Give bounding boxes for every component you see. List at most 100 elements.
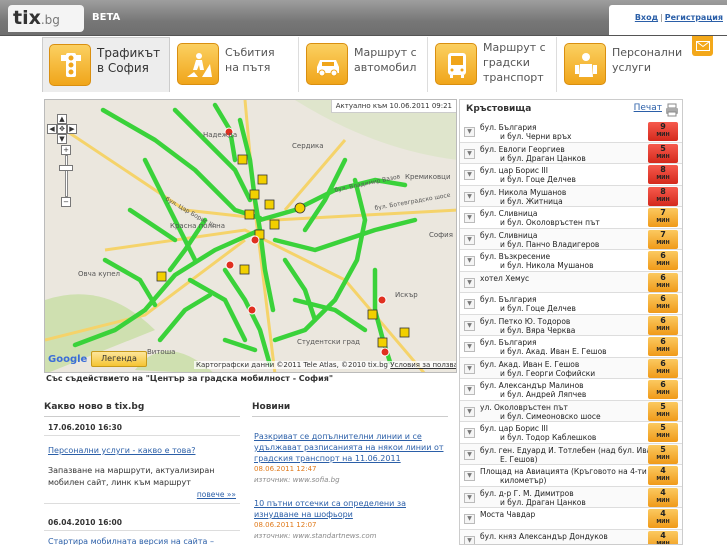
pan-right-icon[interactable]: ▶ — [67, 124, 77, 134]
news-link[interactable]: Разкриват се допълнителни линии и се удъ… — [254, 431, 448, 464]
delay-value: 6 — [660, 272, 666, 282]
crossroad-row[interactable]: ▼ бул. цар Борис III и бул. Тодор Каблешко… — [460, 422, 682, 444]
zoom-out-icon[interactable]: − — [61, 197, 71, 207]
tab-traffic[interactable]: Трафикът в София — [42, 37, 170, 92]
printer-icon[interactable] — [665, 103, 679, 117]
pan-up-icon[interactable]: ▲ — [57, 114, 67, 124]
expand-chevron-icon[interactable]: ▼ — [464, 127, 475, 137]
crossroad-row[interactable]: ▼ бул. Евлоги Георгиев и бул. Драган Цанко… — [460, 142, 682, 164]
tix-logo[interactable]: tix.bg — [8, 5, 84, 32]
delay-value: 7 — [660, 229, 666, 239]
news-link[interactable]: 10 пътни отсечки са определени за изнудв… — [254, 498, 448, 520]
crossroad-row[interactable]: ▼ хотел Хемус 6 МИН — [460, 271, 682, 293]
delay-unit: МИН — [656, 519, 670, 525]
expand-chevron-icon[interactable]: ▼ — [464, 170, 475, 180]
tab-car-route[interactable]: Маршрут с автомобил — [300, 37, 428, 92]
crossroad-row[interactable]: ▼ бул. д-р Г. М. Димитров и бул. Драган Ца… — [460, 486, 682, 508]
news-item: 10 пътни отсечки са определени за изнудв… — [254, 498, 448, 540]
crossroad-row[interactable]: ▼ бул. Никола Мушанов и бул. Житница 8 МИН — [460, 185, 682, 207]
crossroad-row[interactable]: ▼ бул. България и бул. Гоце Делчев 6 МИН — [460, 293, 682, 315]
delay-unit: МИН — [656, 282, 670, 289]
delay-value: 6 — [660, 358, 666, 368]
expand-chevron-icon[interactable]: ▼ — [464, 191, 475, 202]
crossroad-row[interactable]: ▼ ул. Околовръстен път и бул. Симеоновско … — [460, 400, 682, 422]
tab-personal[interactable]: Персонални услуги — [558, 37, 685, 92]
traffic-map[interactable]: Надежда Сердика Кремиковци бул. Владимир… — [44, 99, 457, 373]
roadwork-icon — [177, 43, 219, 85]
map-canvas[interactable]: Надежда Сердика Кремиковци бул. Владимир… — [45, 100, 457, 373]
crossroad-row[interactable]: ▼ бул. ген. Едуард И. Тотлебен (над бул. … — [460, 443, 682, 465]
news-link[interactable]: Персонални услуги - какво е това? — [48, 445, 240, 456]
crossroad-row[interactable]: ▼ Моста Чавдар 4 МИН — [460, 508, 682, 530]
tab-transit-route[interactable]: Маршрут с градски транспорт — [429, 37, 557, 92]
crossroad-cross-street: и бул. Тодор Каблешков — [500, 433, 597, 442]
expand-chevron-icon[interactable]: ▼ — [464, 449, 475, 460]
crossroad-row[interactable]: ▼ бул. княз Александър Дондуков 4 МИН — [460, 529, 682, 544]
expand-chevron-icon[interactable]: ▼ — [464, 234, 475, 245]
register-link[interactable]: Регистрация — [665, 13, 723, 22]
expand-chevron-icon[interactable]: ▼ — [464, 406, 475, 417]
crossroad-row[interactable]: ▼ бул. цар Борис III и бул. Гоце Делчев 8 МИ… — [460, 164, 682, 186]
envelope-icon[interactable] — [692, 36, 713, 56]
more-link[interactable]: повече »» — [197, 490, 236, 499]
expand-chevron-icon[interactable]: ▼ — [464, 256, 475, 266]
crossroad-row[interactable]: ▼ бул. Сливница и бул. Околовръстен път 7 МИ… — [460, 207, 682, 229]
pan-left-icon[interactable]: ◀ — [47, 124, 57, 134]
crossroad-row[interactable]: ▼ Площад на Авиацията (Кръговото на 4-ти к… — [460, 465, 682, 487]
logo-main: tix — [13, 7, 41, 29]
crossroad-row[interactable]: ▼ бул. Акад. Иван Е. Гешов и бул. Георги С… — [460, 357, 682, 379]
news-link[interactable]: Стартира мобилната версия на сайта – htt… — [48, 536, 240, 545]
expand-chevron-icon[interactable]: ▼ — [464, 342, 475, 352]
expand-chevron-icon[interactable]: ▼ — [464, 213, 475, 223]
crossroad-cross-street: и бул. Симеоновско шосе — [500, 411, 601, 421]
expand-chevron-icon[interactable]: ▼ — [464, 385, 475, 395]
traffic-light-icon — [49, 44, 91, 86]
crossroad-row[interactable]: ▼ бул. Петко Ю. Тодоров и бул. Вяра Черква… — [460, 314, 682, 336]
crossroad-row[interactable]: ▼ бул. България и бул. Черни връх 9 МИН — [460, 121, 682, 143]
auth-box: Вход | Регистрация — [609, 5, 727, 35]
zoom-handle[interactable] — [59, 165, 73, 171]
delay-value: 4 — [660, 530, 666, 540]
expand-chevron-icon[interactable]: ▼ — [464, 535, 475, 544]
login-link[interactable]: Вход — [635, 13, 658, 22]
expand-chevron-icon[interactable]: ▼ — [464, 428, 475, 438]
expand-chevron-icon[interactable]: ▼ — [464, 299, 475, 309]
crossroad-cross-street: и бул. Акад. Иван Е. Гешов — [500, 347, 607, 356]
delay-value: 8 — [660, 165, 666, 174]
delay-unit: МИН — [656, 325, 670, 332]
map-label: София — [429, 231, 453, 239]
expand-chevron-icon[interactable]: ▼ — [464, 148, 475, 159]
expand-chevron-icon[interactable]: ▼ — [464, 471, 475, 481]
tab-events[interactable]: Събития на пътя — [171, 37, 299, 92]
expand-chevron-icon[interactable]: ▼ — [464, 514, 475, 524]
zoom-slider[interactable]: + − — [59, 145, 73, 207]
crossroad-row[interactable]: ▼ бул. Възкресение и бул. Никола Мушанов 6 М… — [460, 250, 682, 272]
zoom-track[interactable] — [65, 155, 68, 197]
delay-value: 4 — [660, 466, 666, 475]
expand-chevron-icon[interactable]: ▼ — [464, 363, 475, 374]
expand-chevron-icon[interactable]: ▼ — [464, 277, 475, 288]
crossroad-cross-street: и бул. Вяра Черква — [500, 325, 576, 335]
legend-button[interactable]: Легенда — [91, 351, 147, 367]
news-date: 08.06.2011 12:47 — [254, 465, 317, 473]
tab-label: на пътя — [225, 61, 271, 74]
crossroad-street: бул. България — [480, 338, 537, 347]
crossroads-list: ▼ бул. България и бул. Черни връх 9 МИН ▼ бул.… — [460, 121, 682, 544]
expand-chevron-icon[interactable]: ▼ — [464, 320, 475, 331]
crossroad-cross-street: километър) — [500, 476, 547, 485]
pan-center-icon[interactable]: ✥ — [57, 124, 67, 134]
expand-chevron-icon[interactable]: ▼ — [464, 492, 475, 503]
delay-badge: 9 МИН — [648, 122, 678, 141]
pan-down-icon[interactable]: ▼ — [57, 134, 67, 144]
crossroad-row[interactable]: ▼ бул. Александър Малинов и бул. Андрей Ля… — [460, 379, 682, 401]
crossroad-row[interactable]: ▼ бул. Сливница и бул. Панчо Владигеров 7 МИ… — [460, 228, 682, 250]
terms-link[interactable]: Условия за ползване — [390, 361, 456, 369]
crossroad-street: бул. Сливница — [480, 209, 538, 218]
delay-badge: 8 МИН — [648, 165, 678, 184]
delay-value: 5 — [660, 423, 666, 432]
news-source: източник: www.sofia.bg — [254, 476, 340, 484]
google-logo[interactable]: Google — [48, 354, 87, 365]
print-link[interactable]: Печат — [634, 103, 662, 113]
crossroad-row[interactable]: ▼ бул. България и бул. Акад. Иван Е. Гешов… — [460, 336, 682, 358]
zoom-in-icon[interactable]: + — [61, 145, 71, 155]
